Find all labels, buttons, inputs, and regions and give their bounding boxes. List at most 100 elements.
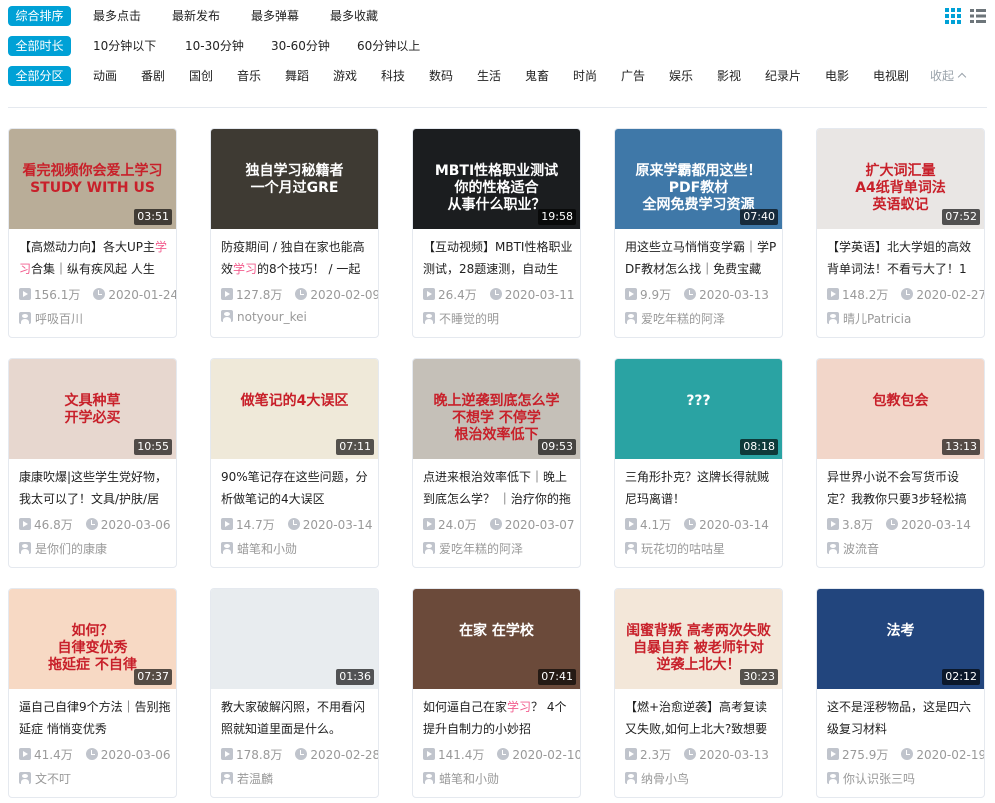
video-title[interactable]: 防疫期间 / 独自在家也能高效学习的8个技巧！ / 一起 — [221, 236, 375, 280]
uploader[interactable]: 爱吃年糕的阿泽 — [423, 540, 523, 557]
video-thumbnail[interactable]: 闺蜜背叛 高考两次失败 自暴自弃 被老师针对 逆袭上北大！ 30:23 — [615, 589, 782, 689]
uploader[interactable]: 波流音 — [827, 540, 879, 557]
video-title[interactable]: 【互动视频】MBTI性格职业测试，28题速测，自动生 — [423, 236, 577, 280]
zone-option[interactable]: 国创 — [189, 66, 213, 86]
video-card[interactable]: 文具种草 开学必买 10:55 康康吹爆|这些学生党好物，我太可以了！文具/护肤/居… — [8, 358, 177, 568]
clock-icon — [684, 748, 697, 760]
video-card[interactable]: 晚上逆袭到底怎么学 不想学 不停学 根治效率低下 09:53 点进来根治效率低下｜晚… — [412, 358, 581, 568]
uploader[interactable]: 不睡觉的明 — [423, 310, 499, 327]
video-card[interactable]: 原来学霸都用这些！ PDF教材 全网免费学习资源 07:40 用这些立马悄悄变学霸｜… — [614, 128, 783, 338]
zone-option[interactable]: 番剧 — [141, 66, 165, 86]
uploader[interactable]: 呼吸百川 — [19, 310, 83, 327]
video-title[interactable]: 这不是淫秽物品，这是四六级复习材料 — [827, 696, 981, 740]
video-thumbnail[interactable]: 法考 02:12 — [817, 589, 984, 689]
sort-option[interactable]: 最多点击 — [93, 6, 141, 26]
video-thumbnail[interactable]: 扩大词汇量 A4纸背单词法 英语蚁记 07:52 — [817, 129, 984, 229]
duration-option[interactable]: 10-30分钟 — [185, 36, 244, 56]
uploader[interactable]: 纳骨小鸟 — [625, 770, 689, 787]
zone-option[interactable]: 科技 — [381, 66, 405, 86]
duration-all-chip[interactable]: 全部时长 — [8, 36, 71, 56]
video-card[interactable]: 做笔记的4大误区 07:11 90%笔记存在这些问题，分析做笔记的4大误区 14.7万… — [210, 358, 379, 568]
zone-option[interactable]: 鬼畜 — [525, 66, 549, 86]
zone-option[interactable]: 广告 — [621, 66, 645, 86]
play-count: 26.4万 — [438, 288, 477, 302]
video-card[interactable]: 闺蜜背叛 高考两次失败 自暴自弃 被老师针对 逆袭上北大！ 30:23 【燃+治愈逆… — [614, 588, 783, 798]
zone-option[interactable]: 动画 — [93, 66, 117, 86]
uploader[interactable]: 蜡笔和小勋 — [221, 540, 297, 557]
zone-option[interactable]: 舞蹈 — [285, 66, 309, 86]
video-thumbnail[interactable]: 如何？ 自律变优秀 拖延症 不自律 07:37 — [9, 589, 176, 689]
thumbnail-caption: 扩大词汇量 A4纸背单词法 英语蚁记 — [855, 163, 946, 213]
video-title[interactable]: 【高燃动力向】各大UP主学习合集｜纵有疾风起 人生 — [19, 236, 173, 280]
duration-option[interactable]: 60分钟以上 — [357, 36, 420, 56]
uploader[interactable]: 爱吃年糕的阿泽 — [625, 310, 725, 327]
video-card[interactable]: 独自学习秘籍者 一个月过GRE 防疫期间 / 独自在家也能高效学习的8个技巧！ /… — [210, 128, 379, 338]
video-thumbnail[interactable]: 包教包会 13:13 — [817, 359, 984, 459]
video-title[interactable]: 用这些立马悄悄变学霸｜学PDF教材怎么找｜免费宝藏 — [625, 236, 779, 280]
uploader[interactable]: 玩花切的咕咕星 — [625, 540, 725, 557]
zone-all-chip[interactable]: 全部分区 — [8, 66, 71, 86]
video-title[interactable]: 【燃+治愈逆袭】高考复读又失败,如何上北大?致想要 — [625, 696, 779, 740]
video-title[interactable]: 逼自己自律9个方法｜告别拖延症 悄悄变优秀 — [19, 696, 173, 740]
grid-view-icon[interactable] — [945, 8, 961, 24]
zone-option[interactable]: 影视 — [717, 66, 741, 86]
video-thumbnail[interactable]: 晚上逆袭到底怎么学 不想学 不停学 根治效率低下 09:53 — [413, 359, 580, 459]
video-thumbnail[interactable]: 独自学习秘籍者 一个月过GRE — [211, 129, 378, 229]
uploader[interactable]: 文不叮 — [19, 770, 71, 787]
upload-date: 2020-03-11 — [504, 288, 575, 302]
duration-option[interactable]: 10分钟以下 — [93, 36, 156, 56]
zone-option[interactable]: 纪录片 — [765, 66, 801, 86]
duration-filter-row: 全部时长 10分钟以下 10-30分钟 30-60分钟 60分钟以上 — [8, 36, 988, 58]
list-view-icon[interactable] — [970, 8, 986, 24]
uploader[interactable]: 晴儿Patricia — [827, 310, 911, 327]
video-card[interactable]: 如何？ 自律变优秀 拖延症 不自律 07:37 逼自己自律9个方法｜告别拖延症 悄悄… — [8, 588, 177, 798]
video-title[interactable]: 如何逼自己在家学习？ 4个提升自制力的小妙招 — [423, 696, 577, 740]
video-card[interactable]: 扩大词汇量 A4纸背单词法 英语蚁记 07:52 【学英语】北大学姐的高效背单词法！… — [816, 128, 985, 338]
uploader[interactable]: 蜡笔和小勋 — [423, 770, 499, 787]
video-thumbnail[interactable]: 01:36 — [211, 589, 378, 689]
zone-option[interactable]: 音乐 — [237, 66, 261, 86]
video-title[interactable]: 三角形扑克？这牌长得就贼尼玛离谱！ — [625, 466, 779, 510]
uploader-icon — [625, 772, 637, 784]
video-card[interactable]: 在家 在学校 07:41 如何逼自己在家学习？ 4个提升自制力的小妙招 141.4万 2… — [412, 588, 581, 798]
zone-option[interactable]: 电视剧 — [873, 66, 909, 86]
video-thumbnail[interactable]: MBTI性格职业测试 你的性格适合 从事什么职业？ 19:58 — [413, 129, 580, 229]
duration-badge: 07:37 — [134, 669, 172, 685]
zone-option[interactable]: 电影 — [825, 66, 849, 86]
zone-option[interactable]: 娱乐 — [669, 66, 693, 86]
collapse-zone-button[interactable]: 收起 — [930, 66, 967, 86]
zone-option[interactable]: 时尚 — [573, 66, 597, 86]
duration-option[interactable]: 30-60分钟 — [271, 36, 330, 56]
video-thumbnail[interactable]: 看完视频你会爱上学习 STUDY WITH US 03:51 — [9, 129, 176, 229]
video-title[interactable]: 教大家破解闪照，不用看闪照就知道里面是什么。 — [221, 696, 375, 740]
video-card[interactable]: 看完视频你会爱上学习 STUDY WITH US 03:51 【高燃动力向】各大UP… — [8, 128, 177, 338]
video-card[interactable]: ??? 08:18 三角形扑克？这牌长得就贼尼玛离谱！ 4.1万 2020-03-14 玩… — [614, 358, 783, 568]
zone-option[interactable]: 数码 — [429, 66, 453, 86]
zone-option[interactable]: 生活 — [477, 66, 501, 86]
sort-option[interactable]: 最多弹幕 — [251, 6, 299, 26]
video-thumbnail[interactable]: 原来学霸都用这些！ PDF教材 全网免费学习资源 07:40 — [615, 129, 782, 229]
sort-option[interactable]: 最新发布 — [172, 6, 220, 26]
video-title[interactable]: 康康吹爆|这些学生党好物，我太可以了！文具/护肤/居 — [19, 466, 173, 510]
video-thumbnail[interactable]: ??? 08:18 — [615, 359, 782, 459]
video-title[interactable]: 异世界小说不会写货币设定？我教你只要3步轻松搞 — [827, 466, 981, 510]
video-thumbnail[interactable]: 做笔记的4大误区 07:11 — [211, 359, 378, 459]
zone-option[interactable]: 游戏 — [333, 66, 357, 86]
uploader[interactable]: 你认识张三吗 — [827, 770, 915, 787]
video-thumbnail[interactable]: 文具种草 开学必买 10:55 — [9, 359, 176, 459]
video-title[interactable]: 点进来根治效率低下｜晚上到底怎么学？ ｜治疗你的拖 — [423, 466, 577, 510]
uploader[interactable]: 若温麟 — [221, 770, 273, 787]
uploader[interactable]: 是你们的康康 — [19, 540, 107, 557]
video-thumbnail[interactable]: 在家 在学校 07:41 — [413, 589, 580, 689]
sort-option[interactable]: 最多收藏 — [330, 6, 378, 26]
sort-all-chip[interactable]: 综合排序 — [8, 6, 71, 26]
video-card[interactable]: 法考 02:12 这不是淫秽物品，这是四六级复习材料 275.9万 2020-02-19… — [816, 588, 985, 798]
video-title[interactable]: 90%笔记存在这些问题，分析做笔记的4大误区 — [221, 466, 375, 510]
video-card[interactable]: 01:36 教大家破解闪照，不用看闪照就知道里面是什么。 178.8万 2020-02… — [210, 588, 379, 798]
video-title[interactable]: 【学英语】北大学姐的高效背单词法！不看亏大了！1 — [827, 236, 981, 280]
play-count-icon — [19, 518, 31, 530]
video-card[interactable]: MBTI性格职业测试 你的性格适合 从事什么职业？ 19:58 【互动视频】MBTI… — [412, 128, 581, 338]
upload-date: 2020-03-07 — [504, 518, 575, 532]
uploader[interactable]: notyour_kei — [221, 310, 307, 324]
video-card[interactable]: 包教包会 13:13 异世界小说不会写货币设定？我教你只要3步轻松搞 3.8万 2020… — [816, 358, 985, 568]
